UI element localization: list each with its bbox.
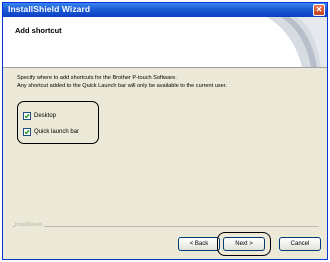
next-button[interactable]: Next > <box>223 237 265 251</box>
page-title: Add shortcut <box>15 26 62 35</box>
wizard-header: Add shortcut <box>3 17 327 68</box>
back-button[interactable]: < Back <box>178 237 220 251</box>
header-swoosh-graphic <box>267 17 327 67</box>
checkmark-icon <box>24 129 30 134</box>
title-bar[interactable]: InstallShield Wizard ✕ <box>3 3 327 17</box>
desktop-checkbox[interactable] <box>23 111 31 120</box>
cancel-button[interactable]: Cancel <box>279 237 321 251</box>
desktop-option[interactable]: Desktop <box>23 111 56 120</box>
checkmark-icon <box>24 113 30 118</box>
window-title: InstallShield Wizard <box>8 4 91 14</box>
quick-launch-label: Quick launch bar <box>34 128 80 135</box>
description-text: Specify where to add shortcuts for the B… <box>17 75 307 90</box>
quick-launch-option[interactable]: Quick launch bar <box>23 127 79 136</box>
installshield-brand: InstallShield <box>15 222 44 228</box>
quick-launch-checkbox[interactable] <box>23 127 31 136</box>
shortcut-options-group: Desktop Quick launch bar <box>17 101 99 144</box>
footer-divider <box>13 226 319 227</box>
close-icon[interactable]: ✕ <box>313 4 325 16</box>
description-line-2: Any shortcut added to the Quick Launch b… <box>17 82 227 89</box>
installshield-window: InstallShield Wizard ✕ Add shortcut Spec… <box>2 2 328 260</box>
description-line-1: Specify where to add shortcuts for the B… <box>17 75 177 81</box>
desktop-label: Desktop <box>34 112 57 119</box>
